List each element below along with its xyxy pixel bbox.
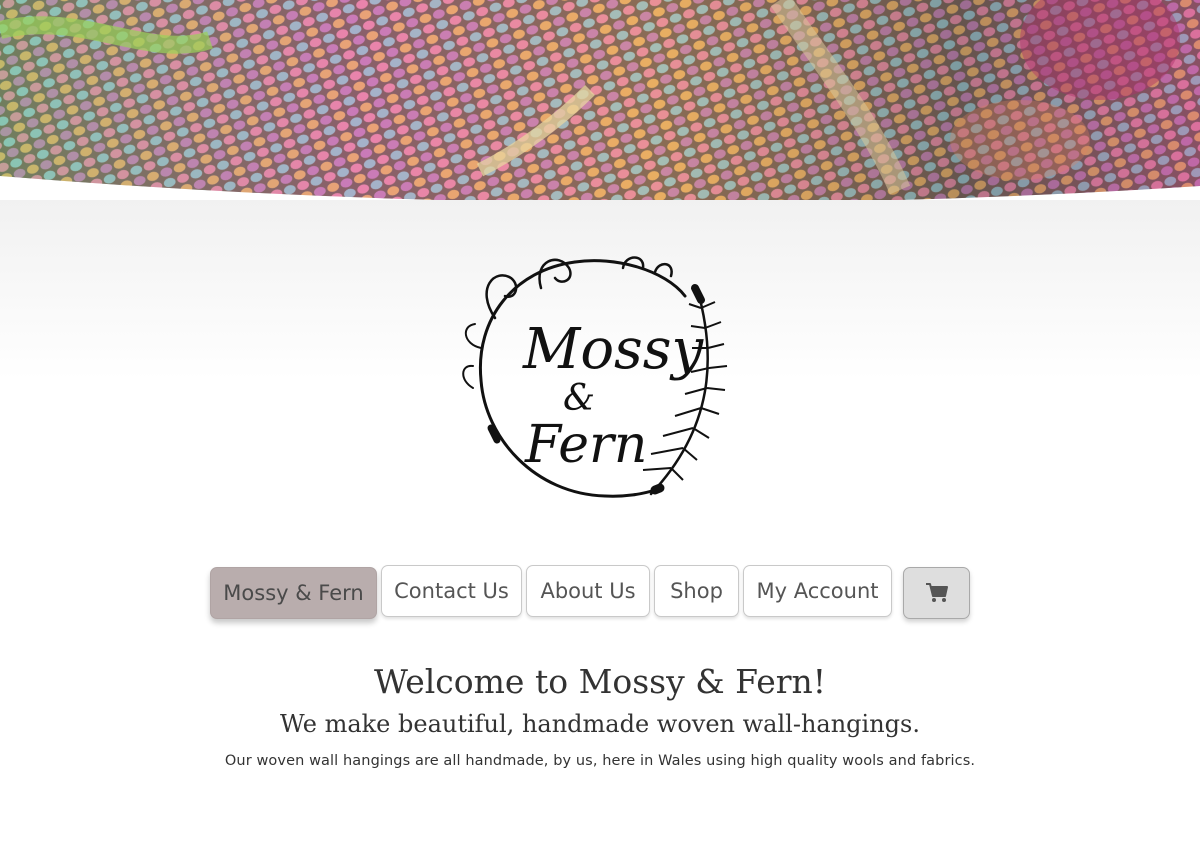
hero-woven-image [0, 0, 1200, 204]
main-nav: Mossy & Fern Contact Us About Us Shop My… [0, 565, 1200, 621]
logo-text-fern: Fern [524, 415, 647, 475]
nav-about-us[interactable]: About Us [526, 565, 650, 617]
nav-home[interactable]: Mossy & Fern [210, 567, 377, 619]
mossy-fern-logo[interactable]: Mossy & Fern [455, 248, 745, 510]
welcome-title: Welcome to Mossy & Fern! [373, 662, 827, 701]
nav-my-account[interactable]: My Account [743, 565, 892, 617]
page: Mossy & Fern Mossy & Fern Contact Us Abo… [0, 0, 1200, 850]
nav-contact-us[interactable]: Contact Us [381, 565, 522, 617]
nav-shop[interactable]: Shop [654, 565, 739, 617]
logo-text-ampersand: & [563, 378, 595, 419]
cart-button[interactable] [903, 567, 970, 619]
welcome-subtitle: We make beautiful, handmade woven wall-h… [280, 710, 920, 738]
shopping-cart-icon [925, 583, 948, 602]
hero-banner [0, 0, 1200, 230]
logo-graphic: Mossy & Fern [462, 256, 728, 498]
logo-text-mossy: Mossy [522, 317, 705, 382]
welcome-body: Our woven wall hangings are all handmade… [224, 753, 976, 769]
